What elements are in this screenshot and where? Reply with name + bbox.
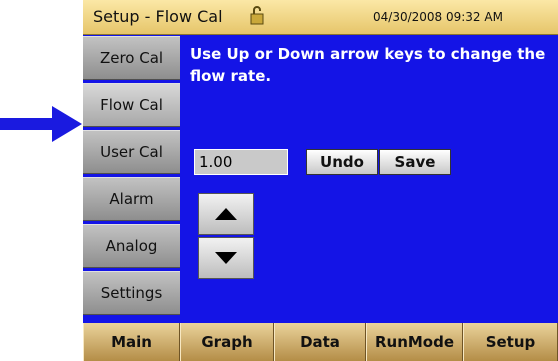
- pointer-arrow-icon: [0, 106, 82, 142]
- unlock-icon: [250, 6, 264, 25]
- device-screen: Setup - Flow Cal 04/30/2008 09:32 AM Zer…: [83, 0, 558, 361]
- sidebar-item-alarm[interactable]: Alarm: [83, 177, 180, 221]
- tab-runmode[interactable]: RunMode: [366, 323, 463, 361]
- screen-title: Setup - Flow Cal: [93, 7, 223, 26]
- instructions-text: Use Up or Down arrow keys to change the …: [190, 45, 546, 85]
- tab-data[interactable]: Data: [274, 323, 366, 361]
- title-bar: Setup - Flow Cal 04/30/2008 09:32 AM: [83, 0, 558, 35]
- bottom-tab-bar: Main Graph Data RunMode Setup: [83, 323, 558, 361]
- sidebar-item-user-cal[interactable]: User Cal: [83, 130, 180, 174]
- triangle-down-icon: [215, 252, 237, 264]
- save-button[interactable]: Save: [379, 149, 451, 175]
- sidebar-item-flow-cal[interactable]: Flow Cal: [83, 83, 180, 127]
- tab-main[interactable]: Main: [83, 323, 180, 361]
- sidebar-item-analog[interactable]: Analog: [83, 224, 180, 268]
- tab-graph[interactable]: Graph: [180, 323, 274, 361]
- sidebar-item-zero-cal[interactable]: Zero Cal: [83, 36, 180, 80]
- tab-setup[interactable]: Setup: [463, 323, 558, 361]
- up-arrow-button[interactable]: [198, 193, 254, 235]
- undo-button[interactable]: Undo: [306, 149, 378, 175]
- down-arrow-button[interactable]: [198, 237, 254, 279]
- sidebar-item-settings[interactable]: Settings: [83, 271, 180, 315]
- flow-rate-field[interactable]: 1.00: [194, 149, 288, 175]
- date-time: 04/30/2008 09:32 AM: [373, 10, 503, 24]
- triangle-up-icon: [215, 208, 237, 220]
